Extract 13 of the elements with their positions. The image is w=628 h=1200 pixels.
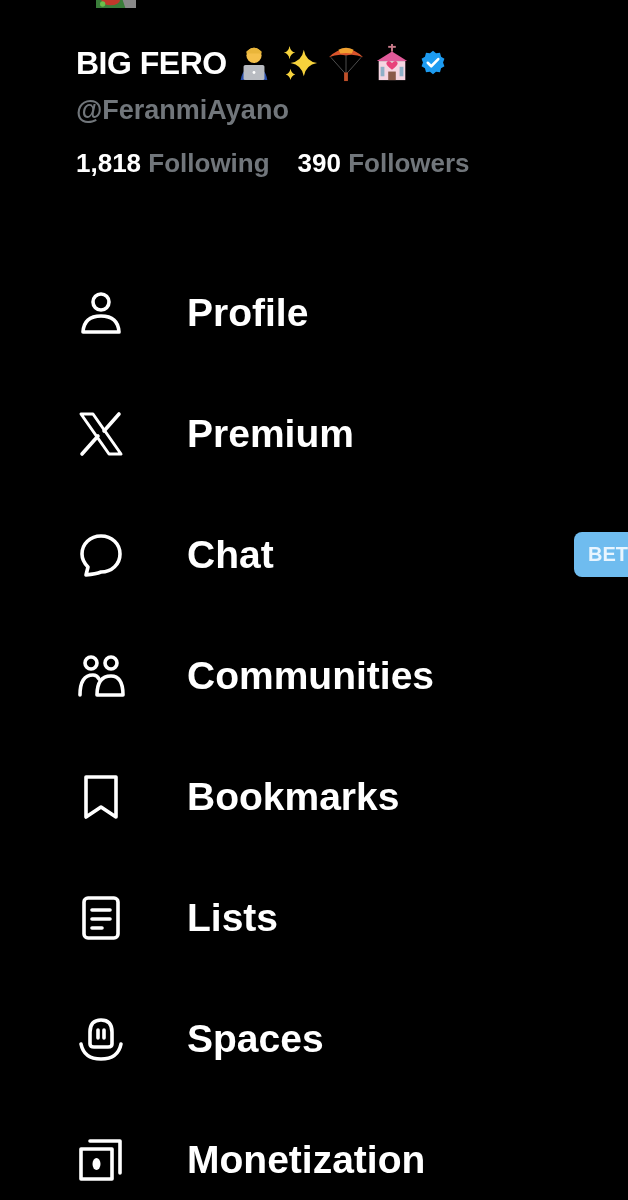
following-link[interactable]: 1,818 Following — [76, 148, 270, 179]
menu-item[interactable]: Spaces — [187, 1016, 324, 1061]
display-name: BIG FERO — [76, 44, 227, 82]
menu-item[interactable]: Lists — [187, 895, 279, 940]
menu-item[interactable]: Communities — [187, 653, 435, 698]
menu-item[interactable]: Monetization — [187, 1137, 426, 1182]
menu-item[interactable]: Profile — [187, 290, 309, 335]
menu-item[interactable]: Premium — [187, 411, 354, 456]
menu-item[interactable]: Chat — [187, 532, 274, 577]
beta-badge: BET — [574, 532, 628, 577]
user-handle: @FeranmiAyano — [76, 95, 290, 126]
followers-link[interactable]: 390 Followers — [297, 148, 470, 179]
menu-item[interactable]: Bookmarks — [187, 774, 400, 819]
